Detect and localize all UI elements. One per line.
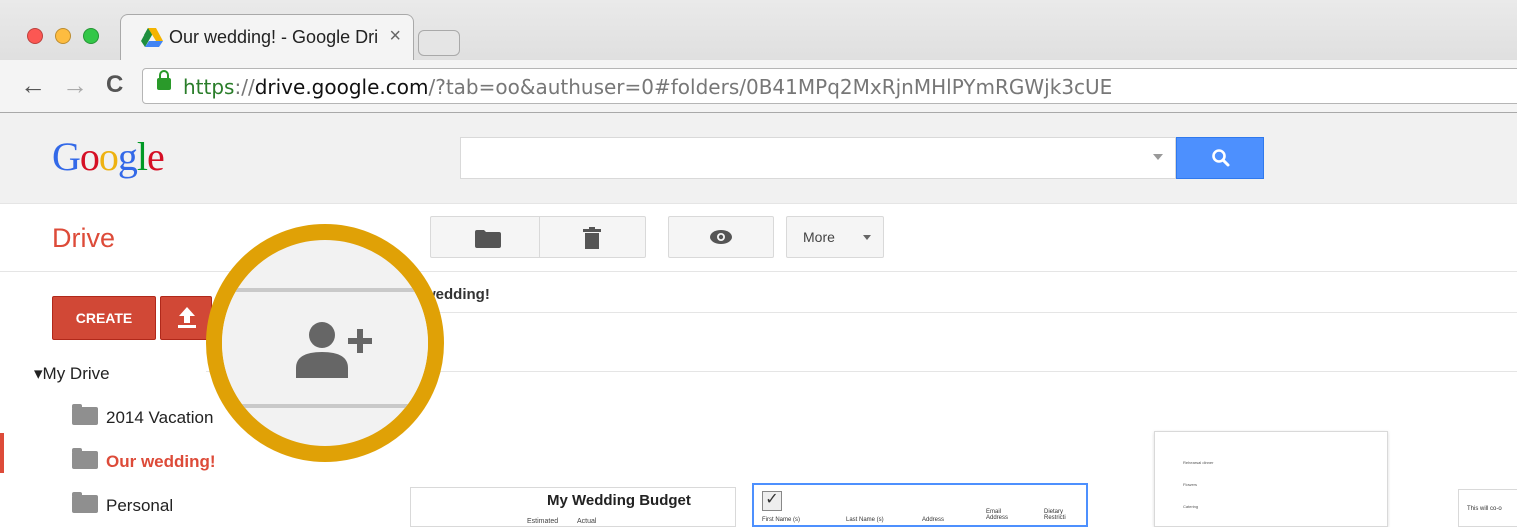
close-tab-icon[interactable]: × <box>389 25 401 48</box>
sidebar-item-label: Our wedding! <box>106 452 216 471</box>
more-label: More <box>803 229 835 245</box>
sidebar-item-my-drive[interactable]: ▾My Drive <box>34 364 110 384</box>
doc-line: Flowers <box>1183 482 1198 487</box>
right-doc-text: This will co-o <box>1467 506 1502 512</box>
logo-letter: g <box>117 134 138 179</box>
minimize-window-button[interactable] <box>55 28 71 44</box>
share-button[interactable] <box>222 292 428 404</box>
add-person-icon <box>296 322 372 378</box>
toolbar-divider <box>0 271 1517 272</box>
back-button[interactable]: ← <box>20 72 46 98</box>
file-thumbnail-budget[interactable]: My Wedding Budget Estimated Actual <box>410 487 736 527</box>
logo-letter: l <box>136 134 148 179</box>
folder-icon <box>72 492 98 513</box>
browser-tab[interactable]: Our wedding! - Google Dri × <box>120 14 414 61</box>
chevron-down-icon <box>863 235 871 240</box>
url-separator: :// <box>234 75 255 99</box>
doc-line: Catering <box>1183 504 1199 509</box>
url-text: https://drive.google.com/?tab=oo&authuse… <box>183 75 1112 99</box>
drive-page: Google Drive More wedding! CREATE ▾My Dr… <box>0 113 1517 527</box>
zoom-window-button[interactable] <box>83 28 99 44</box>
shared-folder-icon <box>72 448 98 469</box>
google-drive-icon <box>141 28 163 47</box>
search-button[interactable] <box>1176 137 1264 179</box>
share-highlight-circle <box>206 224 444 462</box>
close-window-button[interactable] <box>27 28 43 44</box>
delete-button[interactable] <box>539 217 645 257</box>
address-bar[interactable]: https://drive.google.com/?tab=oo&authuse… <box>142 68 1517 104</box>
preview-button[interactable] <box>668 216 774 258</box>
url-host: drive.google.com <box>254 75 429 99</box>
logo-letter: o <box>98 134 119 179</box>
create-button[interactable]: CREATE <box>52 296 156 340</box>
guest-list-header-row: First Name (s) Last Name (s) Address Ema… <box>754 485 1086 525</box>
sidebar-item-our-wedding[interactable]: Our wedding! <box>72 448 216 472</box>
url-scheme: https <box>183 75 235 99</box>
search-options-chevron-icon[interactable] <box>1153 154 1163 160</box>
more-button[interactable]: More <box>786 216 884 258</box>
sidebar-item-personal[interactable]: Personal <box>72 492 174 516</box>
search-input[interactable] <box>460 137 1176 179</box>
trash-icon <box>583 227 601 249</box>
budget-title: My Wedding Budget <box>547 492 691 509</box>
sidebar-item-2014-vacation[interactable]: 2014 Vacation <box>72 404 214 428</box>
eye-icon <box>710 230 732 244</box>
file-thumbnail-guest-list[interactable]: ✓ First Name (s) Last Name (s) Address E… <box>752 483 1088 527</box>
url-path: /?tab=oo&authuser=0#folders/0B41MPq2MxRj… <box>428 75 1113 99</box>
upload-button[interactable] <box>160 296 212 340</box>
guest-col-header: Email Address <box>986 509 1009 521</box>
doc-line: Rehearsal dinner <box>1183 460 1214 465</box>
logo-letter: o <box>79 134 100 179</box>
reload-button[interactable]: C <box>106 72 123 98</box>
search-icon <box>1212 149 1230 167</box>
breadcrumb-divider <box>424 312 1517 313</box>
folder-icon <box>475 230 501 248</box>
logo-letter: G <box>52 134 81 179</box>
lock-icon <box>157 70 171 90</box>
guest-col-header: Dietary Restricti <box>1044 509 1066 521</box>
drive-title[interactable]: Drive <box>52 223 115 254</box>
new-tab-button[interactable] <box>418 30 460 56</box>
zoomed-toolbar-bottom-border <box>222 404 428 408</box>
logo-letter: e <box>147 134 165 179</box>
tab-title: Our wedding! - Google Dri <box>169 27 379 47</box>
browser-chrome: Our wedding! - Google Dri × ← → C https:… <box>0 0 1517 113</box>
guest-col-header: Last Name (s) <box>846 517 884 523</box>
folder-actions-group <box>430 216 646 258</box>
forward-button[interactable]: → <box>62 72 88 98</box>
sidebar-item-label: 2014 Vacation <box>106 408 214 427</box>
folder-icon <box>72 404 98 425</box>
file-thumbnail-right[interactable]: This will co-o <box>1458 489 1517 527</box>
upload-icon <box>178 307 196 328</box>
file-thumbnail-doc[interactable]: Rehearsal dinner Flowers Catering <box>1154 431 1388 527</box>
guest-col-header: First Name (s) <box>762 517 800 523</box>
guest-col-header: Address <box>922 517 945 523</box>
google-header: Google <box>0 113 1517 204</box>
sidebar-item-label: Personal <box>106 496 174 515</box>
move-to-folder-button[interactable] <box>431 217 540 257</box>
browser-toolbar: ← → C https://drive.google.com/?tab=oo&a… <box>0 60 1517 112</box>
google-logo[interactable]: Google <box>52 133 165 180</box>
selected-indicator <box>0 433 4 473</box>
